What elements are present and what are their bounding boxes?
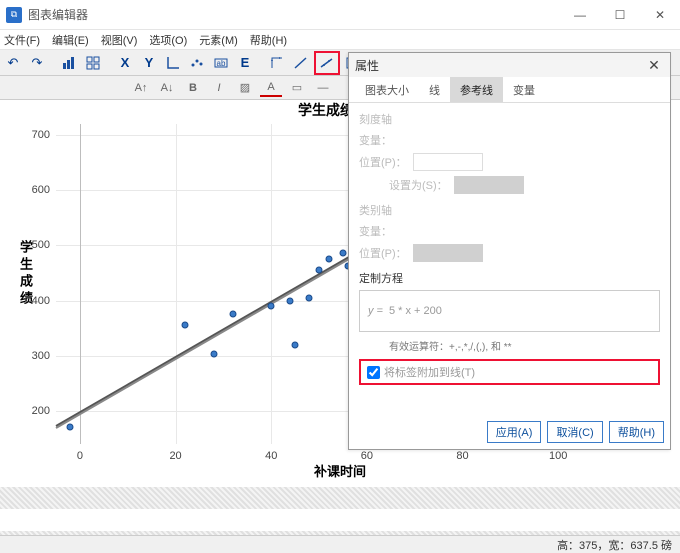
maximize-button[interactable]: ☐ [600, 0, 640, 30]
status-mid [0, 509, 680, 531]
properties-tabs: 图表大小 线 参考线 变量 [349, 77, 670, 103]
italic-icon[interactable]: I [208, 79, 230, 97]
menu-help[interactable]: 帮助(H) [250, 32, 287, 48]
transpose-icon[interactable] [266, 52, 288, 74]
tool-icon[interactable] [58, 52, 80, 74]
status-bar: 高：375，宽：637.5 磅 [0, 535, 680, 553]
custom-equation-label: 定制方程 [359, 270, 660, 286]
data-point[interactable] [229, 311, 236, 318]
fit-line-icon[interactable] [314, 51, 340, 75]
text-icon[interactable]: ab [210, 52, 232, 74]
y-tick: 700 [20, 129, 50, 141]
svg-text:ab: ab [217, 59, 226, 68]
position-label-2: 位置(P)： [359, 245, 407, 261]
equation-value[interactable]: 5 * x + 200 [389, 305, 442, 317]
y-tick: 500 [20, 239, 50, 251]
menu-file[interactable]: 文件(F) [4, 32, 40, 48]
y-axis-icon[interactable]: Y [138, 52, 160, 74]
bold-icon[interactable]: B [182, 79, 204, 97]
tab-chart-size[interactable]: 图表大小 [355, 77, 419, 102]
category-axis-label: 类别轴 [359, 202, 660, 218]
data-point[interactable] [268, 303, 275, 310]
valid-operators-label: 有效运算符：+,-,*,/,(,), 和 ** [389, 338, 660, 353]
y-tick: 200 [20, 405, 50, 417]
menu-options[interactable]: 选项(O) [149, 32, 187, 48]
data-point[interactable] [182, 322, 189, 329]
set-to-select[interactable] [454, 176, 524, 194]
apply-button[interactable]: 应用(A) [487, 421, 542, 443]
cancel-button[interactable]: 取消(C) [547, 421, 602, 443]
equation-box: y = 5 * x + 200 [359, 290, 660, 332]
properties-title: 属性 [355, 57, 644, 74]
position-input[interactable] [413, 153, 483, 171]
x-tick: 40 [265, 450, 277, 462]
border-color-icon[interactable]: ▭ [286, 79, 308, 97]
redo-icon[interactable]: ↷ [26, 52, 48, 74]
menu-elements[interactable]: 元素(M) [199, 32, 238, 48]
tab-variable[interactable]: 变量 [503, 77, 545, 102]
tab-reference-line[interactable]: 参考线 [450, 77, 503, 102]
fill-color-icon[interactable]: ▨ [234, 79, 256, 97]
properties-panel: 属性 ✕ 图表大小 线 参考线 变量 刻度轴 变量： 位置(P)： 设置为(S)… [348, 52, 671, 450]
grid-icon[interactable] [82, 52, 104, 74]
title-bar: ⧉ 图表编辑器 — ☐ ✕ [0, 0, 680, 30]
menu-bar: 文件(F) 编辑(E) 视图(V) 选项(O) 元素(M) 帮助(H) [0, 30, 680, 50]
equation-prefix: y = [368, 305, 383, 317]
variable-label-2: 变量： [359, 223, 392, 239]
scale-axis-label: 刻度轴 [359, 111, 660, 127]
attach-label-checkbox[interactable]: 将标签附加到线(T) [359, 359, 660, 385]
x-tick: 100 [549, 450, 567, 462]
explore-icon[interactable]: E [234, 52, 256, 74]
line-style-icon[interactable]: — [312, 79, 334, 97]
data-point[interactable] [306, 294, 313, 301]
variable-label: 变量： [359, 132, 392, 148]
position-select[interactable] [413, 244, 483, 262]
status-area: 高：375，宽：637.5 磅 [0, 487, 680, 549]
x-tick: 20 [169, 450, 181, 462]
y-tick: 600 [20, 184, 50, 196]
data-point[interactable] [67, 424, 74, 431]
attach-label-text: 将标签附加到线(T) [384, 364, 475, 380]
data-point[interactable] [287, 297, 294, 304]
axes-icon[interactable] [162, 52, 184, 74]
set-to-label: 设置为(S)： [389, 177, 448, 193]
scatter-icon[interactable] [186, 52, 208, 74]
x-tick: 0 [77, 450, 83, 462]
data-point[interactable] [210, 351, 217, 358]
y-tick: 300 [20, 350, 50, 362]
x-axis-icon[interactable]: X [114, 52, 136, 74]
menu-view[interactable]: 视图(V) [101, 32, 138, 48]
data-point[interactable] [316, 267, 323, 274]
font-increase-icon[interactable]: A↑ [130, 79, 152, 97]
data-point[interactable] [292, 341, 299, 348]
x-tick: 80 [456, 450, 468, 462]
minimize-button[interactable]: — [560, 0, 600, 30]
x-tick: 60 [361, 450, 373, 462]
undo-icon[interactable]: ↶ [2, 52, 24, 74]
status-text: 高：375，宽：637.5 磅 [557, 537, 672, 553]
data-point[interactable] [339, 249, 346, 256]
y-tick: 400 [20, 295, 50, 307]
position-label: 位置(P)： [359, 154, 407, 170]
x-axis-label: 补课时间 [0, 461, 680, 480]
app-icon: ⧉ [6, 7, 22, 23]
status-pattern-top [0, 487, 680, 509]
tab-line[interactable]: 线 [419, 77, 450, 102]
text-color-icon[interactable]: A [260, 79, 282, 97]
line-up-icon[interactable] [290, 52, 312, 74]
close-icon[interactable]: ✕ [644, 57, 664, 74]
menu-edit[interactable]: 编辑(E) [52, 32, 89, 48]
close-button[interactable]: ✕ [640, 0, 680, 30]
font-decrease-icon[interactable]: A↓ [156, 79, 178, 97]
data-point[interactable] [325, 256, 332, 263]
attach-checkbox[interactable] [367, 366, 380, 379]
help-button[interactable]: 帮助(H) [609, 421, 664, 443]
window-title: 图表编辑器 [28, 6, 560, 23]
